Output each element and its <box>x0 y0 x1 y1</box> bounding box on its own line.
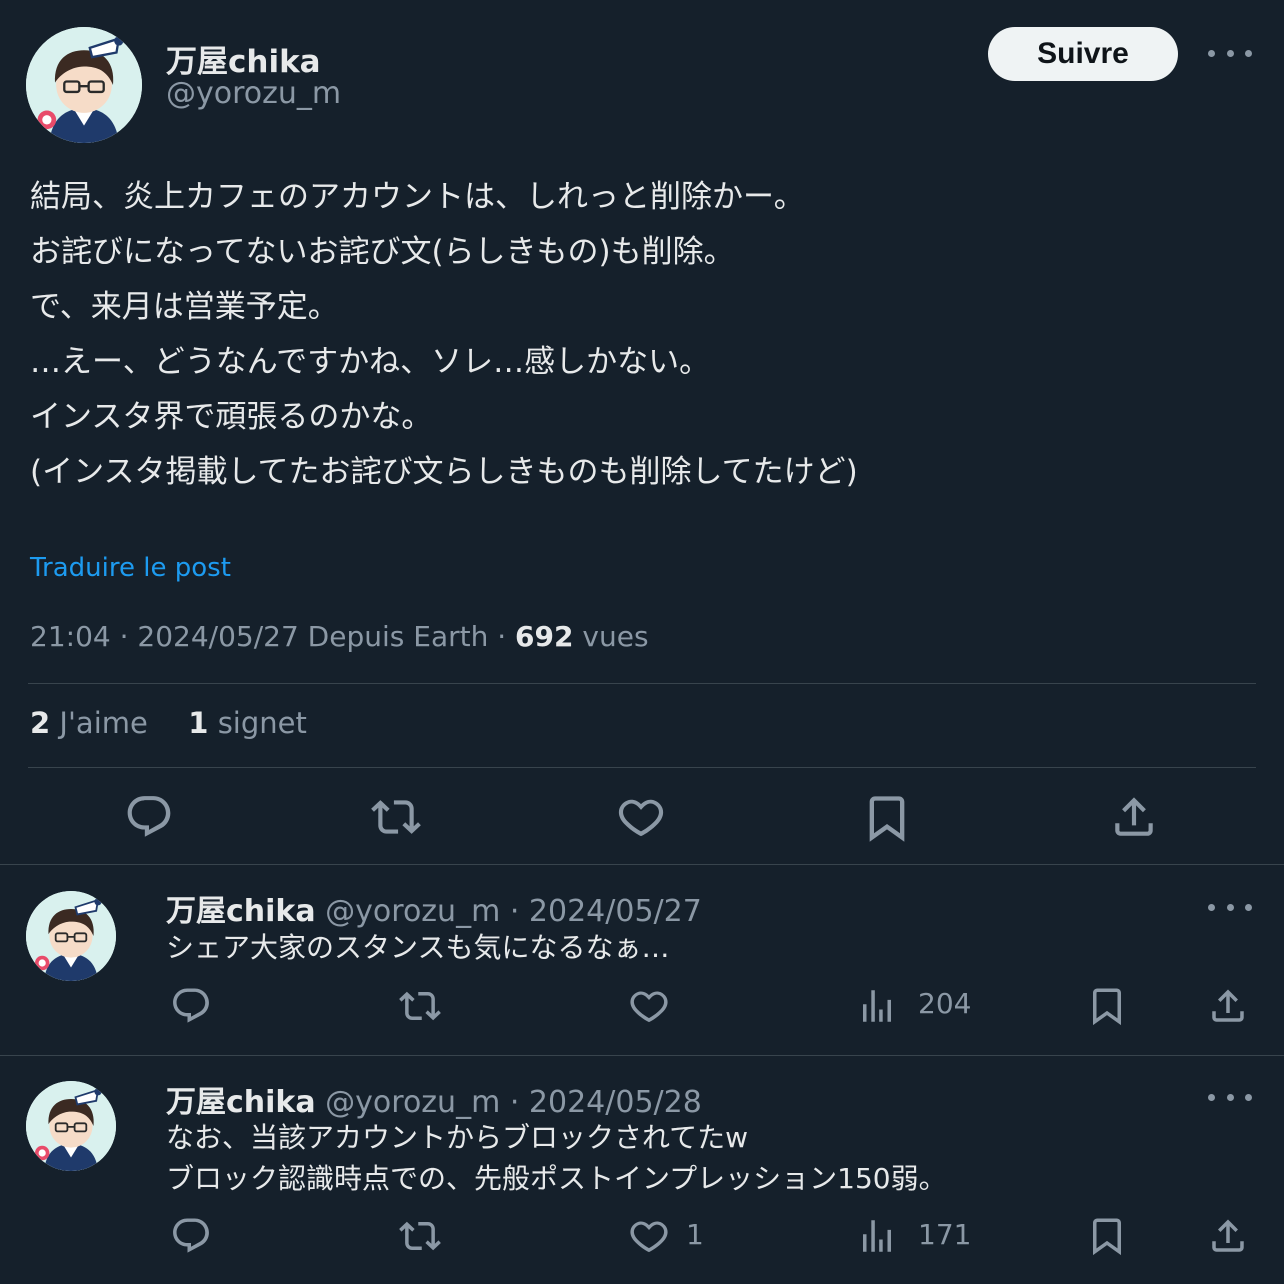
bookmarks-label: signet <box>208 706 307 740</box>
views-count: 204 <box>918 987 972 1020</box>
retweet-icon[interactable] <box>393 1215 447 1257</box>
like-icon[interactable] <box>624 985 674 1027</box>
reply-icon[interactable] <box>166 1215 216 1257</box>
bookmarks-stat[interactable]: 1 signet <box>188 706 307 740</box>
views-count: 692 <box>515 620 574 653</box>
author-handle[interactable]: @yorozu_m <box>325 1085 500 1120</box>
bookmark-icon[interactable] <box>860 792 914 844</box>
post-timestamp[interactable]: 21:04 · 2024/05/27 Depuis Earth · <box>30 620 515 653</box>
divider <box>28 683 1256 684</box>
reply-header: 万屋chika @yorozu_m · 2024/05/27 <box>166 886 702 930</box>
author-avatar[interactable] <box>26 1081 116 1171</box>
views-icon[interactable] <box>856 985 898 1027</box>
post-text: 結局、炎上カフェのアカウントは、しれっと削除かー。 お詫びになってないお詫び文(… <box>30 170 1260 500</box>
post-text-line: …えー、どうなんですかね、ソレ…感しかない。 <box>30 344 711 380</box>
reply-text: シェア大家のスタンスも気になるなぁ… <box>166 927 669 968</box>
author-name[interactable]: 万屋chika <box>166 1085 316 1120</box>
more-icon[interactable] <box>1208 897 1252 917</box>
reply-text: なお、当該アカウントからブロックされてたw ブロック認識時点での、先般ポストイン… <box>166 1117 947 1199</box>
post-text-line: 結局、炎上カフェのアカウントは、しれっと削除かー。 <box>30 179 805 215</box>
like-icon[interactable] <box>612 792 670 842</box>
views-count: 171 <box>918 1218 972 1251</box>
bookmark-icon[interactable] <box>1086 1215 1128 1257</box>
views-label: vues <box>573 620 649 653</box>
post-text-line: (インスタ掲載してたお詫び文らしきものも削除してたけど) <box>30 454 858 490</box>
reply-icon[interactable] <box>120 792 178 842</box>
post-stats: 2 J'aime 1 signet <box>30 706 307 740</box>
reply-date[interactable]: · 2024/05/27 <box>500 894 702 929</box>
author-handle[interactable]: @yorozu_m <box>325 894 500 929</box>
divider <box>28 767 1256 768</box>
reply-date[interactable]: · 2024/05/28 <box>500 1085 702 1120</box>
likes-stat[interactable]: 2 J'aime <box>30 706 148 740</box>
divider <box>0 1055 1284 1056</box>
views-icon[interactable] <box>856 1215 898 1257</box>
author-handle[interactable]: @yorozu_m <box>166 76 341 111</box>
post-meta: 21:04 · 2024/05/27 Depuis Earth · 692 vu… <box>30 620 649 653</box>
share-icon[interactable] <box>1205 1215 1251 1257</box>
divider <box>0 864 1284 865</box>
translate-link[interactable]: Traduire le post <box>30 553 231 583</box>
retweet-icon[interactable] <box>364 792 428 842</box>
reply-header: 万屋chika @yorozu_m · 2024/05/28 <box>166 1077 702 1121</box>
author-name[interactable]: 万屋chika <box>166 36 321 81</box>
reply-text-line: ブロック認識時点での、先般ポストインプレッション150弱。 <box>166 1162 947 1195</box>
reply-text-line: なお、当該アカウントからブロックされてたw <box>166 1121 749 1154</box>
author-avatar[interactable] <box>26 27 142 143</box>
post-text-line: インスタ界で頑張るのかな。 <box>30 399 433 435</box>
likes-label: J'aime <box>50 706 148 740</box>
post-text-line: お詫びになってないお詫び文(らしきもの)も削除。 <box>30 234 735 270</box>
reply-icon[interactable] <box>166 985 216 1027</box>
like-count: 1 <box>686 1218 704 1251</box>
share-icon[interactable] <box>1205 985 1251 1027</box>
reply-text-line: シェア大家のスタンスも気になるなぁ… <box>166 931 670 964</box>
retweet-icon[interactable] <box>393 985 447 1027</box>
more-icon[interactable] <box>1208 1087 1252 1107</box>
like-icon[interactable] <box>624 1215 674 1257</box>
more-icon[interactable] <box>1208 43 1252 63</box>
bookmark-icon[interactable] <box>1086 985 1128 1027</box>
author-name[interactable]: 万屋chika <box>166 894 316 929</box>
post-text-line: で、来月は営業予定。 <box>30 289 339 325</box>
likes-count: 2 <box>30 706 51 740</box>
bookmarks-count: 1 <box>188 706 209 740</box>
author-avatar[interactable] <box>26 891 116 981</box>
follow-button[interactable]: Suivre <box>988 27 1178 81</box>
share-icon[interactable] <box>1106 792 1162 842</box>
